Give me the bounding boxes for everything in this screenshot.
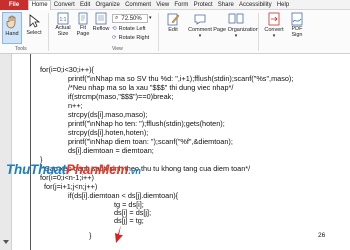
- watermark-logo: ThuThuatPhanMem.vn: [6, 162, 141, 177]
- menu-edit[interactable]: Edit: [77, 0, 93, 10]
- code-line: n++;: [68, 101, 83, 110]
- red-arrow-icon: [115, 225, 123, 243]
- page-organization-dropdown-icon: ▾: [234, 33, 238, 39]
- fit-page-icon: [77, 12, 89, 25]
- menu-bar: File Home Convert Edit Organize Comment …: [0, 0, 350, 10]
- reflow-label: Reflow: [92, 26, 110, 32]
- tools-group-label: Tools: [15, 46, 27, 52]
- select-tool-button[interactable]: Select: [24, 12, 44, 44]
- menu-organize[interactable]: Organize: [93, 0, 123, 10]
- actual-size-icon: 1:1: [57, 12, 69, 25]
- convert-dropdown-icon: ▾: [272, 33, 276, 39]
- search-icon: ⌕: [115, 15, 119, 21]
- code-line: }: [89, 231, 92, 240]
- page-organization-icon: [228, 12, 244, 26]
- zoom-value: 72.50%: [121, 15, 142, 22]
- menu-comment[interactable]: Comment: [122, 0, 153, 10]
- fit-page-label: Fit Page: [76, 25, 90, 37]
- zoom-dropdown-icon[interactable]: ▾: [149, 15, 152, 21]
- reflow-button[interactable]: Reflow: [92, 12, 110, 44]
- pdf-sign-button[interactable]: PDF Sign: [286, 12, 308, 44]
- ribbon-toolbar: Hand Select Tools 1:1 Actual Size Fit Pa…: [0, 10, 350, 54]
- code-line: printf("\nNhap ho ten: ");fflush(stdin);…: [68, 119, 225, 128]
- hand-icon: [5, 15, 19, 29]
- menu-form[interactable]: Form: [172, 0, 191, 10]
- menu-help[interactable]: Help: [274, 0, 292, 10]
- convert-button[interactable]: Convert ▾: [262, 12, 286, 44]
- rotate-right-icon: ⟳: [112, 35, 117, 41]
- menu-accessibility[interactable]: Accessibility: [236, 0, 274, 10]
- comment-button[interactable]: Comment ▾: [186, 12, 214, 44]
- page-organization-button[interactable]: Page Organization ▾: [213, 12, 259, 44]
- edit-label: Edit: [168, 27, 178, 33]
- menu-home[interactable]: Home: [28, 0, 52, 10]
- comment-dropdown-icon: ▾: [198, 33, 202, 39]
- page-number: 26: [318, 232, 326, 239]
- comment-icon: [193, 12, 207, 26]
- file-menu[interactable]: File: [0, 0, 28, 10]
- code-line: /*Neu nhap ma so la xau "$$$" thi dung v…: [68, 83, 234, 92]
- rotate-left-label: Rotate Left: [118, 26, 146, 32]
- code-line: if(ds[i].diemtoan < ds[j].diemtoan){: [68, 191, 179, 200]
- hand-label: Hand: [5, 31, 19, 37]
- code-line: strcpy(ds[i].hoten,hoten);: [68, 128, 149, 137]
- menu-share[interactable]: Share: [215, 0, 236, 10]
- select-label: Select: [26, 30, 42, 36]
- left-side-panel: [0, 54, 12, 250]
- menu-protect[interactable]: Protect: [191, 0, 215, 10]
- code-line: printf("\nNhap ma so SV thu %d: ",i+1);f…: [68, 74, 294, 83]
- pdf-sign-icon: [290, 12, 304, 26]
- collapse-triangle-icon[interactable]: [3, 240, 9, 244]
- menu-convert[interactable]: Convert: [51, 0, 77, 10]
- actual-size-label: Actual Size: [55, 25, 71, 37]
- rotate-left-button[interactable]: ⟲ Rotate Left: [112, 26, 146, 32]
- actual-size-button[interactable]: 1:1 Actual Size: [52, 12, 74, 44]
- edit-icon: [166, 12, 180, 26]
- ribbon-separator: [258, 13, 259, 51]
- ribbon-separator: [158, 13, 159, 51]
- convert-icon: [267, 12, 281, 26]
- pdf-sign-label: PDF Sign: [291, 26, 303, 38]
- svg-text:1:1: 1:1: [60, 17, 67, 23]
- ribbon-separator: [48, 13, 49, 51]
- rotate-right-button[interactable]: ⟳ Rotate Right: [112, 35, 149, 41]
- fit-page-button[interactable]: Fit Page: [74, 12, 92, 44]
- reflow-icon: [95, 12, 107, 25]
- zoom-input[interactable]: ⌕ 72.50%: [112, 14, 148, 23]
- watermark-part-2: PhanMem: [65, 162, 129, 177]
- code-line: ds[i].diemtoan = diemtoan;: [68, 146, 154, 155]
- menu-view[interactable]: View: [154, 0, 172, 10]
- watermark-part-3: .vn: [128, 166, 141, 176]
- view-group-label: View: [112, 46, 123, 52]
- page-left-edge: [30, 54, 31, 250]
- cursor-icon: [28, 14, 40, 28]
- rotate-left-icon: ⟲: [112, 26, 117, 32]
- code-line: strcpy(ds[i].maso,maso);: [68, 110, 148, 119]
- code-line: if(strcmp(maso,"$$$")==0)break;: [68, 92, 174, 101]
- code-line: for(i=0;i<30;i++){: [40, 65, 94, 74]
- hand-tool-button[interactable]: Hand: [2, 12, 22, 44]
- edit-button[interactable]: Edit: [162, 12, 184, 44]
- rotate-right-label: Rotate Right: [118, 35, 150, 41]
- code-line: for(j=i+1;j<n;j++): [44, 182, 98, 191]
- code-line: printf("\nNhap diem toan: ");scanf("%f",…: [68, 137, 233, 146]
- watermark-part-1: ThuThuat: [6, 162, 66, 177]
